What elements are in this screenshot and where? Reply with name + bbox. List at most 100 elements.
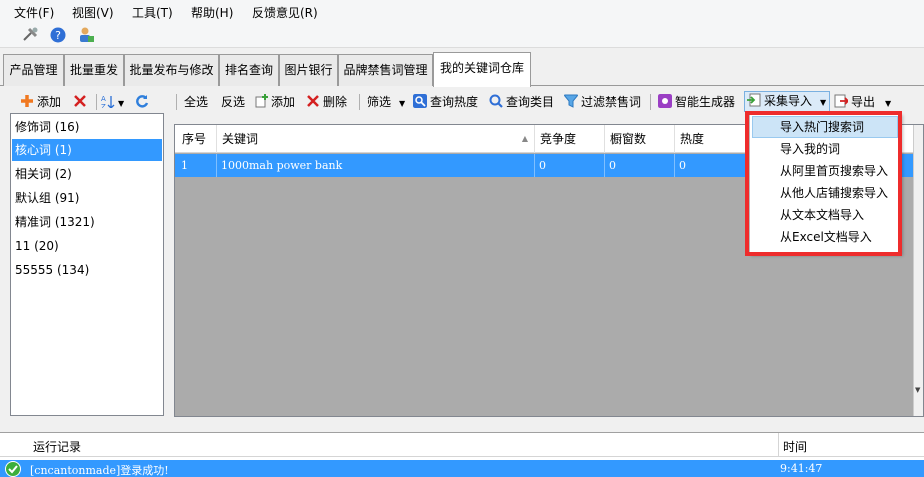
group-item[interactable]: 11 (20) (12, 235, 162, 257)
log-column-time[interactable]: 时间 (783, 438, 807, 455)
group-delete-button[interactable] (73, 93, 90, 111)
tab-strip: 产品管理 批量重发 批量发布与修改 排名查询 图片银行 品牌禁售词管理 我的关键… (0, 50, 924, 87)
menu-view[interactable]: 视图(V) (72, 4, 114, 21)
menu-item-import-text-file[interactable]: 从文本文档导入 (752, 204, 898, 226)
group-item[interactable]: 55555 (134) (12, 259, 162, 281)
query-category-button[interactable]: 查询类目 (489, 93, 554, 111)
menu-tools[interactable]: 工具(T) (132, 4, 173, 21)
tab-image-bank[interactable]: 图片银行 (279, 54, 338, 86)
log-column-record[interactable]: 运行记录 (33, 438, 81, 455)
refresh-icon (136, 95, 149, 108)
menu-bar: 文件(F) 视图(V) 工具(T) 帮助(H) 反馈意见(R) (0, 0, 924, 22)
success-check-icon (5, 461, 21, 477)
menu-feedback[interactable]: 反馈意见(R) (252, 4, 318, 21)
collect-import-button[interactable]: 采集导入 ▼ (744, 91, 831, 112)
delete-keyword-button[interactable]: 删除 (306, 93, 347, 111)
column-divider (778, 433, 779, 457)
toolbar-separator (96, 94, 97, 110)
group-toolbar: 添加 A Z ▼ (4, 90, 166, 114)
column-header-index[interactable]: 序号 (177, 125, 217, 153)
scroll-down-icon[interactable]: ▼ (915, 386, 920, 394)
filter-label: 筛选 (367, 95, 392, 109)
grid-scrollbar[interactable]: ▼ (913, 125, 923, 416)
sort-button[interactable]: A Z ▼ (101, 93, 124, 111)
export-button[interactable]: 导出 ▼ (834, 93, 891, 111)
import-dropdown-arrow-icon: ▼ (820, 98, 827, 107)
filter-banned-button[interactable]: 过滤禁售词 (564, 93, 641, 111)
tab-product-management[interactable]: 产品管理 (3, 54, 64, 86)
filter-dropdown-arrow-icon: ▼ (399, 99, 406, 108)
toolbar-separator (359, 94, 360, 110)
add-keyword-label: 添加 (271, 95, 296, 109)
group-item[interactable]: 默认组 (91) (12, 187, 162, 209)
log-row[interactable]: [cncantonmade]登录成功! 9:41:47 (0, 460, 924, 477)
cell-showcase: 0 (605, 154, 675, 177)
menu-item-import-other-shop[interactable]: 从他人店铺搜索导入 (752, 182, 898, 204)
svg-text:Z: Z (101, 103, 106, 108)
group-item[interactable]: 相关词 (2) (12, 163, 162, 185)
help-icon[interactable]: ? (48, 25, 68, 45)
smart-generator-button[interactable]: 智能生成器 (658, 93, 735, 111)
delete-x-icon (74, 95, 86, 107)
tab-rank-query[interactable]: 排名查询 (219, 54, 279, 86)
column-header-showcase[interactable]: 橱窗数 (605, 125, 675, 153)
collect-import-label: 采集导入 (764, 94, 813, 108)
export-label: 导出 (851, 95, 876, 109)
tab-batch-publish[interactable]: 批量发布与修改 (124, 54, 219, 86)
cell-index: 1 (177, 154, 217, 177)
query-heat-button[interactable]: 查询热度 (413, 93, 478, 111)
menu-item-import-my-words[interactable]: 导入我的词 (752, 138, 898, 160)
toolbar-separator (176, 94, 177, 110)
group-item[interactable]: 修饰词 (16) (12, 116, 162, 138)
log-message: [cncantonmade]登录成功! (30, 464, 169, 477)
sort-dropdown-arrow-icon: ▼ (118, 99, 125, 108)
tab-banned-words[interactable]: 品牌禁售词管理 (338, 54, 433, 86)
smart-generator-label: 智能生成器 (675, 95, 736, 109)
log-header: 运行记录 时间 (0, 433, 924, 457)
cell-competition: 0 (535, 154, 605, 177)
plus-icon (21, 95, 33, 107)
export-dropdown-arrow-icon: ▼ (885, 99, 892, 108)
column-header-keyword-label: 关键词 (222, 132, 259, 146)
invert-selection-button[interactable]: 反选 (221, 93, 245, 111)
generator-icon (658, 94, 672, 108)
cell-heat: 0 (679, 159, 686, 172)
sort-az-icon: AZ (101, 95, 115, 108)
menu-item-import-hot-search[interactable]: 导入热门搜索词 (752, 116, 898, 138)
query-heat-icon (413, 94, 427, 108)
query-heat-label: 查询热度 (430, 95, 479, 109)
menu-help[interactable]: 帮助(H) (191, 4, 233, 21)
import-dropdown-menu: 导入热门搜索词 导入我的词 从阿里首页搜索导入 从他人店铺搜索导入 从文本文档导… (749, 113, 901, 254)
query-category-label: 查询类目 (506, 95, 555, 109)
cell-keyword: 1000mah power bank (217, 154, 535, 177)
menu-item-import-excel[interactable]: 从Excel文档导入 (752, 226, 898, 248)
column-header-keyword[interactable]: 关键词 ▲ (217, 125, 535, 153)
column-header-competition[interactable]: 竞争度 (535, 125, 605, 153)
group-item-selected[interactable]: 核心词 (1) (12, 139, 162, 161)
svg-text:A: A (101, 95, 106, 103)
add-keyword-button[interactable]: 添加 (254, 93, 295, 111)
tab-keyword-warehouse[interactable]: 我的关键词仓库 (433, 52, 531, 87)
svg-text:?: ? (55, 29, 61, 42)
column-header-heat[interactable]: 热度 (675, 125, 745, 153)
quick-toolbar: ? (0, 22, 924, 48)
menu-item-import-ali-homepage[interactable]: 从阿里首页搜索导入 (752, 160, 898, 182)
menu-file[interactable]: 文件(F) (14, 4, 54, 21)
tab-batch-resend[interactable]: 批量重发 (64, 54, 124, 86)
select-all-button[interactable]: 全选 (184, 93, 208, 111)
group-add-button[interactable]: 添加 (20, 93, 61, 111)
user-icon[interactable] (76, 25, 96, 45)
import-icon (747, 93, 761, 107)
query-category-icon (489, 94, 503, 108)
keyword-group-list[interactable]: 修饰词 (16) 核心词 (1) 相关词 (2) 默认组 (91) 精准词 (1… (10, 113, 164, 416)
toolbar-separator (650, 94, 651, 110)
group-item[interactable]: 精准词 (1321) (12, 211, 162, 233)
filter-dropdown-button[interactable]: 筛选 ▼ (367, 93, 405, 111)
run-log-panel: 运行记录 时间 [cncantonmade]登录成功! 9:41:47 (0, 432, 924, 477)
group-add-label: 添加 (37, 95, 62, 109)
add-document-icon (255, 94, 268, 108)
delete-keyword-label: 删除 (323, 95, 348, 109)
filter-banned-label: 过滤禁售词 (581, 95, 642, 109)
tools-icon[interactable] (20, 25, 40, 45)
refresh-button[interactable] (135, 93, 152, 111)
